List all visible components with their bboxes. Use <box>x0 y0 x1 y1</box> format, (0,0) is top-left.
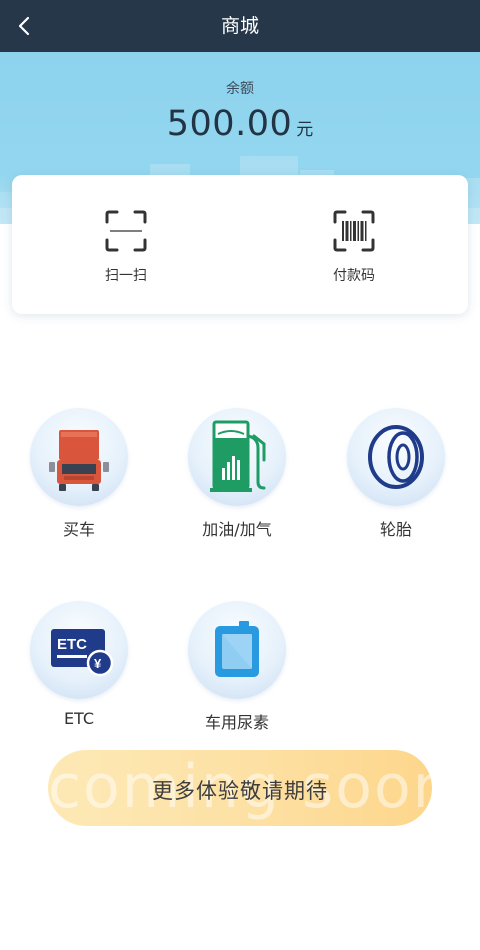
service-label: ETC <box>63 709 95 728</box>
service-label: 轮胎 <box>379 520 412 539</box>
svg-text:ETC: ETC <box>57 636 87 653</box>
more-coming-soon-banner[interactable]: coming soon 更多体验敬请期待 <box>48 750 432 826</box>
fuel-pump-icon <box>210 420 266 492</box>
coming-soon-text: 更多体验敬请期待 <box>152 779 328 803</box>
scan-label: 扫一扫 <box>105 268 147 284</box>
service-label: 加油/加气 <box>202 520 272 539</box>
service-etc[interactable]: ETC ¥ ETC <box>19 601 139 728</box>
balance-value: 500.00 <box>166 104 293 144</box>
scan-button[interactable]: 扫一扫 <box>81 209 171 285</box>
top-bar: 商城 <box>0 0 480 52</box>
service-icon-circle <box>30 408 128 506</box>
barcode-icon <box>333 210 375 252</box>
urea-container-icon <box>215 621 259 677</box>
service-label: 车用尿素 <box>204 713 269 732</box>
payment-code-label: 付款码 <box>333 268 375 284</box>
service-buy-truck[interactable]: 买车 <box>19 408 139 540</box>
balance-amount: 500.00 元 <box>0 104 480 144</box>
service-urea[interactable]: 车用尿素 <box>177 601 297 733</box>
service-tire[interactable]: 轮胎 <box>336 408 456 540</box>
balance-label: 余额 <box>226 81 254 97</box>
service-icon-circle: ETC ¥ <box>30 601 128 699</box>
service-icon-circle <box>347 408 445 506</box>
svg-text:¥: ¥ <box>94 656 102 671</box>
service-icon-circle <box>188 408 286 506</box>
page-title: 商城 <box>220 15 259 37</box>
truck-icon <box>49 430 109 491</box>
scan-icon <box>105 210 147 252</box>
service-fuel[interactable]: 加油/加气 <box>177 408 297 540</box>
etc-card-icon: ETC ¥ <box>51 629 114 677</box>
service-label: 买车 <box>62 520 95 539</box>
payment-code-button[interactable]: 付款码 <box>309 209 399 285</box>
balance-unit: 元 <box>296 120 314 140</box>
service-icon-circle <box>188 601 286 699</box>
quick-action-card: 扫一扫 付款码 <box>12 175 468 314</box>
tire-icon <box>368 425 424 489</box>
